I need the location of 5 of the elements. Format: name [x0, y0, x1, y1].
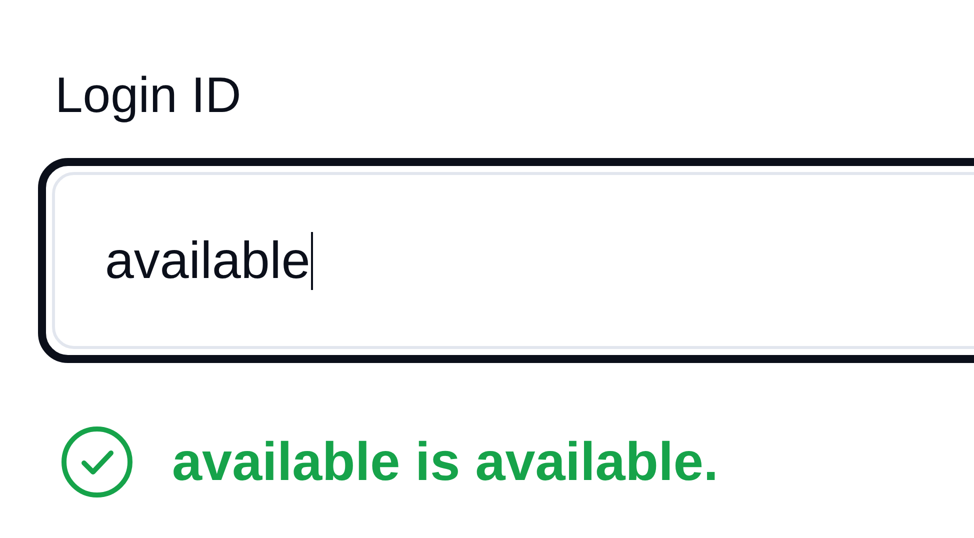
input-field[interactable]: available [52, 172, 974, 349]
status-message: available is available. [172, 431, 718, 493]
check-circle-icon [60, 425, 134, 499]
text-cursor [311, 232, 314, 290]
field-label: Login ID [55, 66, 242, 125]
